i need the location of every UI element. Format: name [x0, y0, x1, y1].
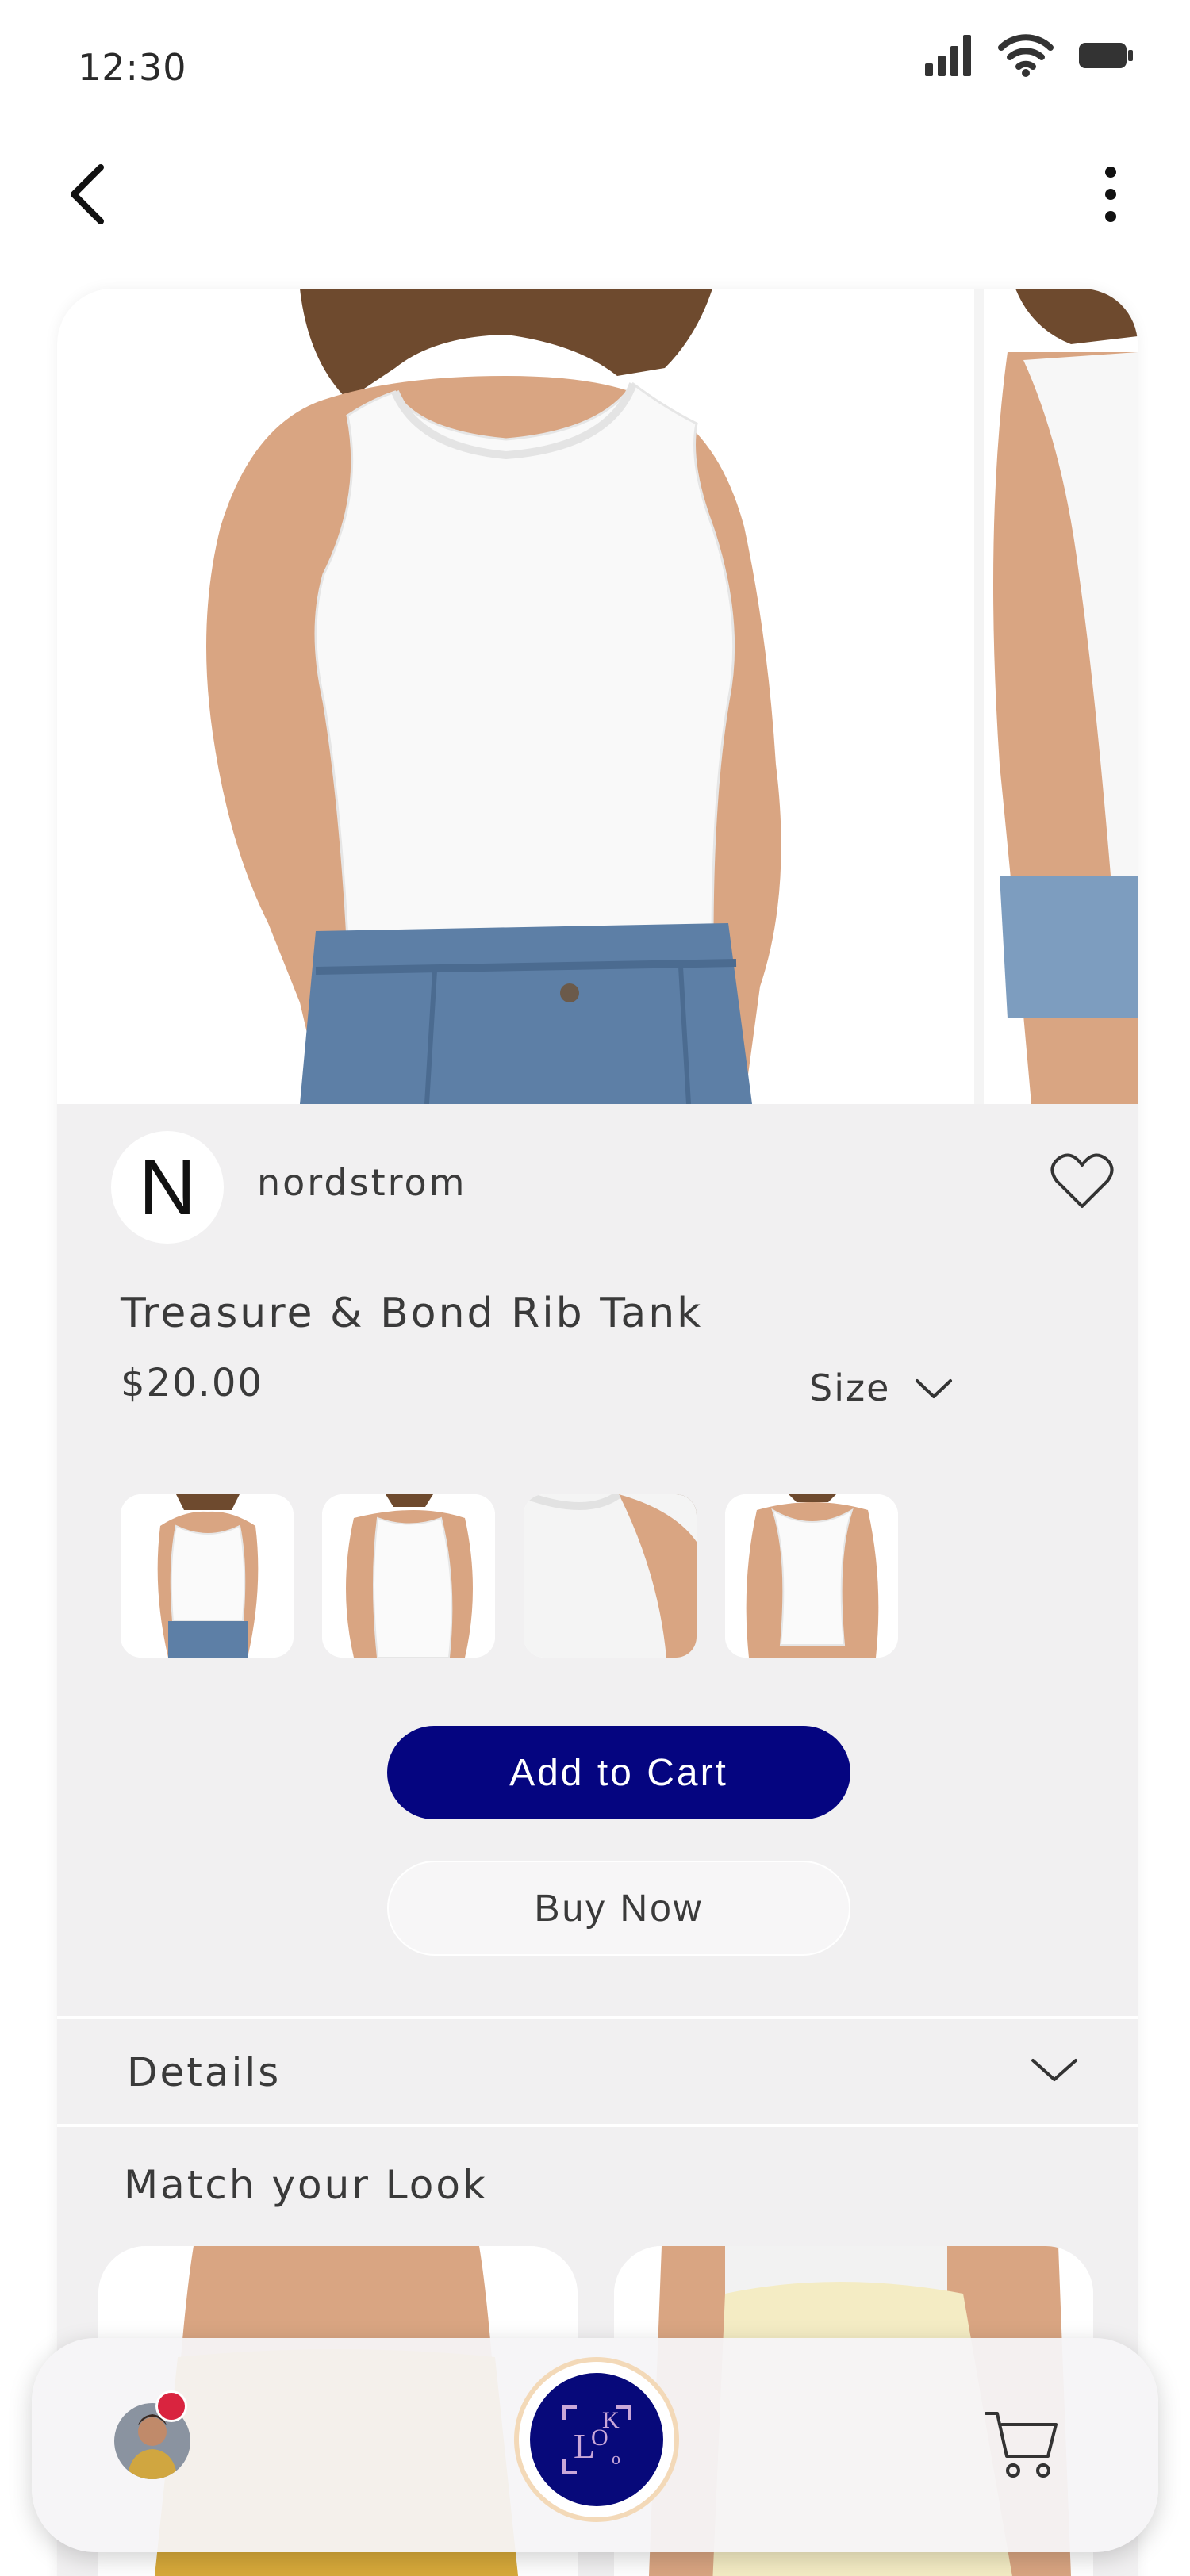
battery-icon: [1079, 43, 1133, 68]
chevron-down-icon: [916, 1379, 953, 1398]
product-photo-side[interactable]: [974, 289, 1138, 1104]
status-bar: 12:30: [0, 0, 1190, 127]
add-to-cart-button[interactable]: Add to Cart: [387, 1726, 850, 1819]
thumbnail-neckline[interactable]: [524, 1494, 697, 1658]
thumbnail-front[interactable]: [121, 1494, 294, 1658]
header: [0, 143, 1190, 246]
brand-name[interactable]: nordstrom: [257, 1161, 466, 1204]
status-time: 12:30: [78, 46, 187, 89]
product-title: Treasure & Bond Rib Tank: [121, 1290, 704, 1337]
model-front-illustration: [62, 289, 950, 1104]
more-options-button[interactable]: [1087, 159, 1134, 230]
favorite-button[interactable]: [1042, 1145, 1122, 1217]
details-toggle[interactable]: [1027, 2046, 1082, 2094]
chevron-down-icon: [1031, 2059, 1077, 2081]
image-gallery[interactable]: [57, 289, 1138, 1104]
heart-outline-icon: [1050, 1153, 1114, 1208]
buy-now-button[interactable]: Buy Now: [387, 1861, 850, 1956]
product-card: N nordstrom Treasure & Bond Rib Tank $20…: [57, 289, 1138, 2576]
details-accordion[interactable]: Details: [57, 2016, 1138, 2127]
wifi-icon: [998, 34, 1054, 77]
match-your-look-heading: Match your Look: [124, 2162, 488, 2208]
brand-logo-letter: N: [138, 1142, 197, 1232]
product-price: $20.00: [121, 1361, 263, 1405]
size-label: Size: [809, 1367, 891, 1409]
svg-text:K: K: [602, 2407, 620, 2433]
look-logo-icon: L O K o: [530, 2373, 663, 2506]
bottom-navigation: L O K o: [32, 2338, 1158, 2552]
notification-badge: [155, 2390, 187, 2422]
svg-text:o: o: [612, 2448, 620, 2468]
look-home-button[interactable]: L O K o: [519, 2362, 674, 2517]
brand-logo[interactable]: N: [111, 1131, 224, 1244]
kebab-menu-icon: [1105, 167, 1116, 222]
cart-button[interactable]: [977, 2400, 1065, 2487]
shopping-cart-icon: [985, 2412, 1058, 2478]
details-label: Details: [127, 2049, 282, 2095]
status-icons: [923, 32, 1134, 79]
thumbnail-back[interactable]: [725, 1494, 898, 1658]
size-dropdown[interactable]: Size: [809, 1356, 954, 1420]
chevron-left-icon: [71, 164, 104, 224]
model-side-illustration: [984, 289, 1138, 1104]
thumbnail-side[interactable]: [322, 1494, 495, 1658]
cellular-signal-icon: [925, 35, 971, 76]
thumbnail-list: [121, 1494, 898, 1658]
back-button[interactable]: [56, 159, 119, 230]
product-photo-main[interactable]: [62, 289, 950, 1104]
